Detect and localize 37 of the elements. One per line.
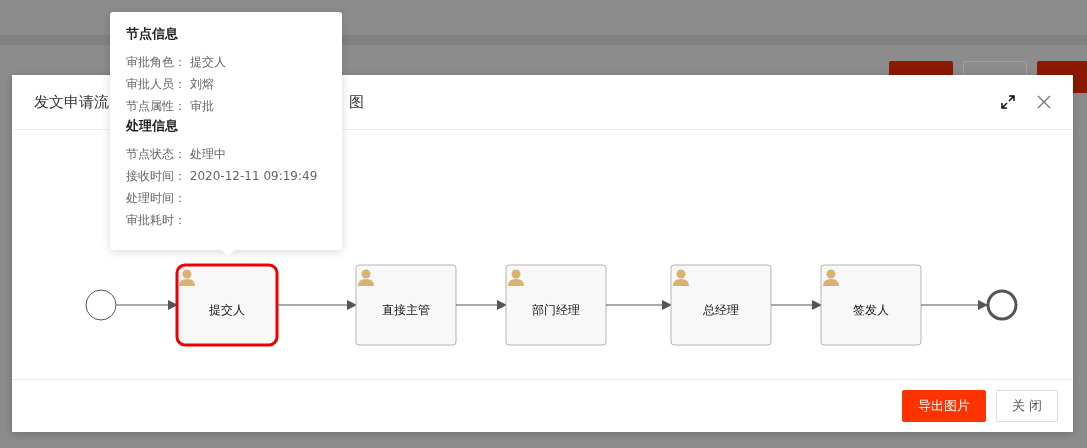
info-label: 节点属性： bbox=[126, 99, 186, 113]
flow-arrow bbox=[920, 300, 988, 310]
flow-arrow bbox=[770, 300, 822, 310]
start-event bbox=[85, 289, 117, 321]
info-label: 节点状态： bbox=[126, 147, 186, 161]
info-label: 审批人员： bbox=[126, 77, 186, 91]
close-icon[interactable] bbox=[1037, 95, 1051, 109]
end-event bbox=[986, 289, 1018, 321]
task-node[interactable]: 部门经理 bbox=[505, 264, 607, 346]
section-title: 处理信息 bbox=[126, 117, 179, 135]
flow-arrow bbox=[605, 300, 672, 310]
info-value: 2020-12-11 09:19:49 bbox=[189, 169, 318, 183]
info-label: 处理时间： bbox=[126, 191, 186, 205]
info-label: 审批角色： bbox=[126, 55, 186, 69]
close-button[interactable]: 关 闭 bbox=[995, 390, 1058, 422]
modal-title: 图 bbox=[349, 92, 364, 112]
person-icon bbox=[823, 269, 839, 286]
expand-icon[interactable] bbox=[1001, 95, 1015, 109]
task-node[interactable]: 总经理 bbox=[670, 264, 772, 346]
section-title: 节点信息 bbox=[126, 25, 179, 43]
task-node[interactable]: 提交人 bbox=[175, 263, 279, 347]
person-icon bbox=[358, 269, 374, 286]
info-value: 审批 bbox=[189, 99, 214, 113]
info-label: 审批耗时： bbox=[126, 213, 186, 227]
task-node[interactable]: 直接主管 bbox=[355, 264, 457, 346]
info-label: 接收时间： bbox=[126, 169, 186, 183]
flow-arrow bbox=[455, 300, 507, 310]
flow-arrow bbox=[115, 300, 178, 310]
task-node[interactable]: 签发人 bbox=[820, 264, 922, 346]
info-value: 提交人 bbox=[189, 55, 226, 69]
person-icon bbox=[508, 269, 524, 286]
person-icon bbox=[673, 269, 689, 286]
modal-title: 发文申请流 bbox=[34, 92, 109, 112]
person-icon bbox=[179, 269, 195, 286]
info-value: 处理中 bbox=[189, 147, 226, 161]
export-button[interactable]: 导出图片 bbox=[901, 390, 986, 422]
info-value: 刘熔 bbox=[189, 77, 214, 91]
